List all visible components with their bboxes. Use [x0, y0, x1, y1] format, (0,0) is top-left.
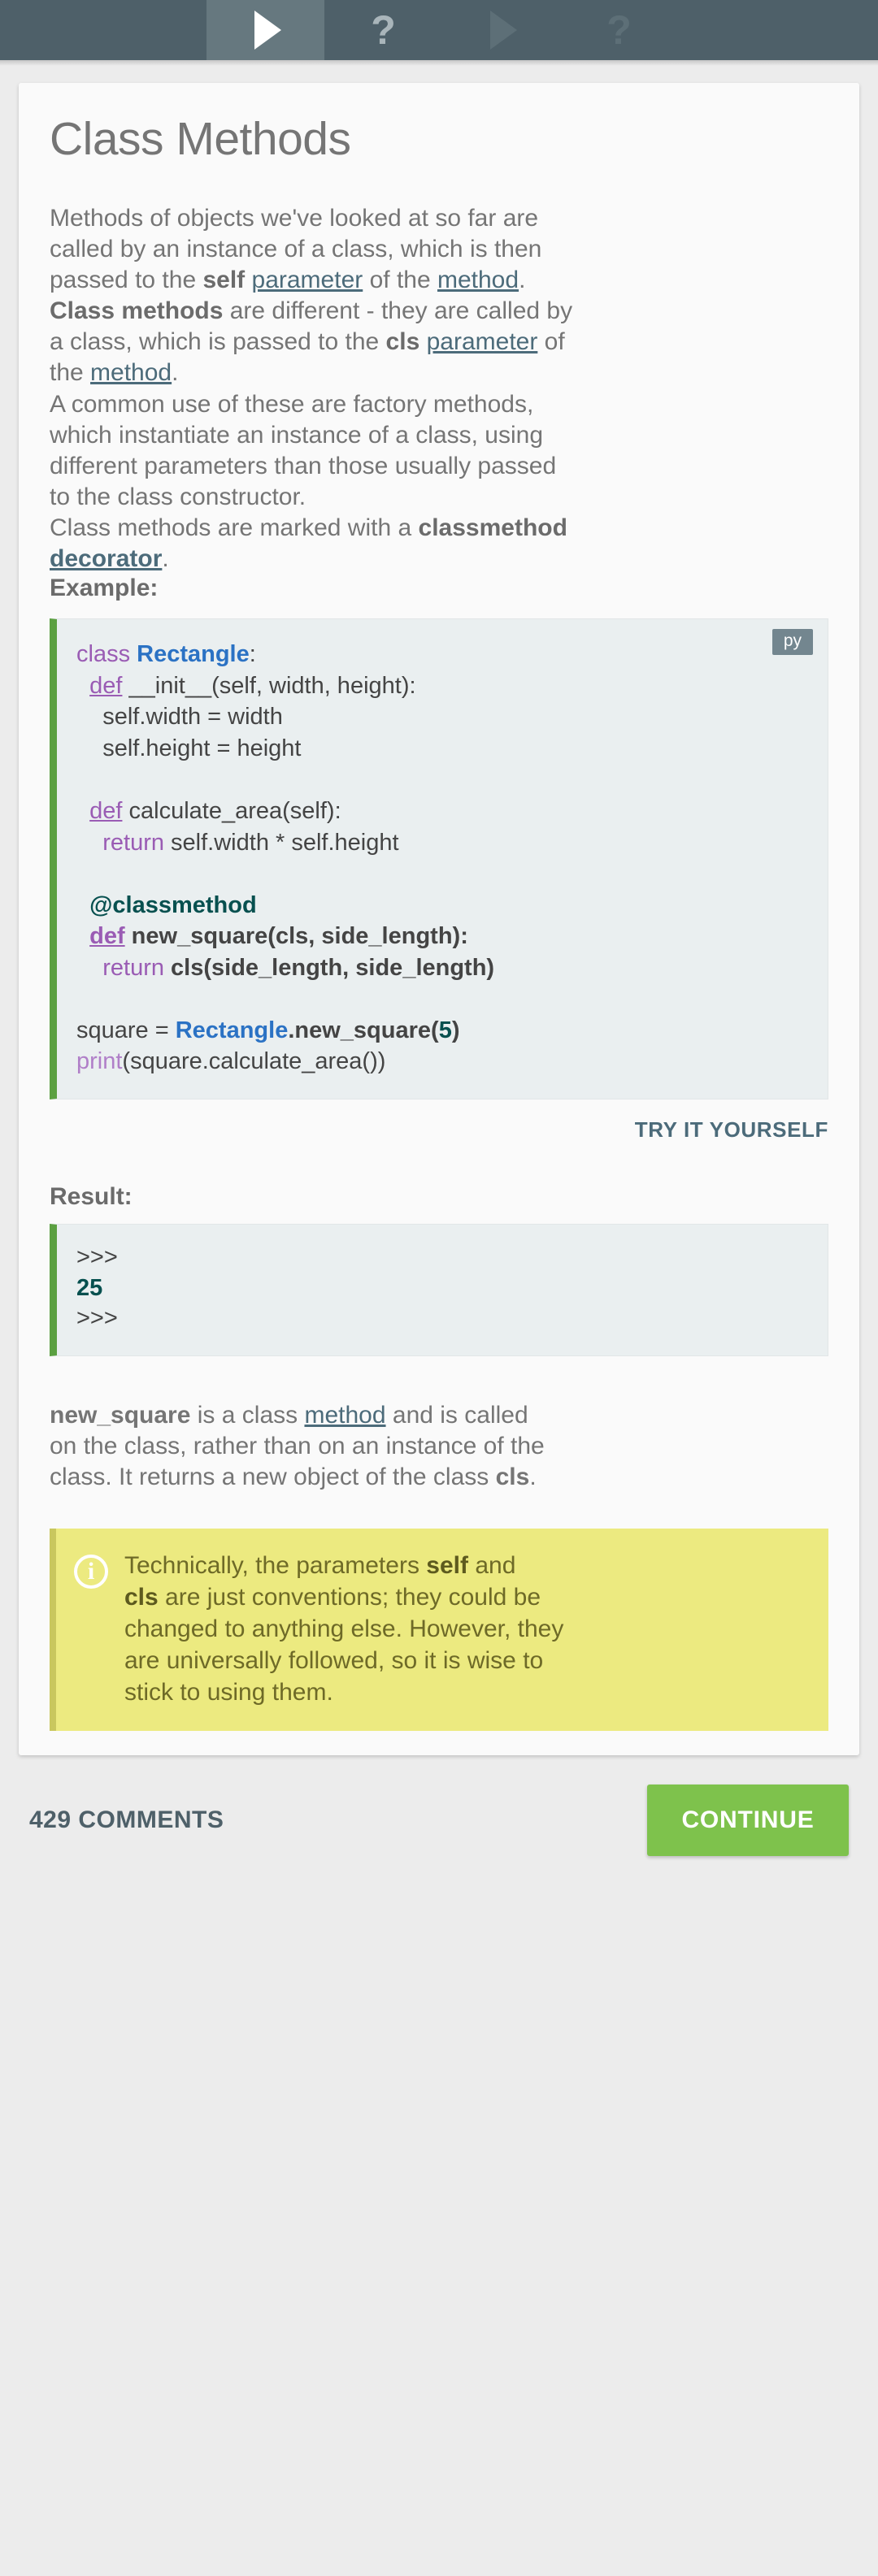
- link-method[interactable]: method: [437, 267, 519, 293]
- code-keyword-return: return: [102, 954, 164, 981]
- term-self: self: [426, 1552, 468, 1580]
- lesson-footer: 429 COMMENTS CONTINUE: [0, 1755, 878, 1885]
- code-return-cls: cls(side_length, side_length): [164, 954, 495, 981]
- toolbar-left-spacer: [0, 0, 206, 60]
- term-class-methods: Class methods: [50, 297, 224, 325]
- top-toolbar: ? ?: [0, 0, 878, 66]
- code-builtin-print: print: [76, 1048, 123, 1075]
- tab-lesson[interactable]: [206, 0, 324, 60]
- info-icon: i: [74, 1555, 108, 1589]
- example-label: Example:: [50, 575, 159, 602]
- link-method[interactable]: method: [304, 1402, 385, 1429]
- intro-line-4: are different - they are called by: [223, 297, 573, 325]
- code-block: py class Rectangle: def __init__(self, w…: [50, 618, 828, 1099]
- callout-line-1-b: and: [467, 1552, 516, 1580]
- tab-next-quiz[interactable]: ?: [560, 0, 678, 60]
- explain-line-1-b: and is called: [385, 1402, 528, 1429]
- callout-line-1-a: Technically, the parameters: [124, 1552, 427, 1580]
- lesson-card: Class Methods Methods of objects we've l…: [19, 83, 859, 1756]
- intro-line-6-suffix: .: [172, 359, 179, 387]
- tab-quiz[interactable]: ?: [324, 0, 442, 60]
- callout-line-5: stick to using them.: [124, 1679, 333, 1706]
- code-def-new-square: new_square(cls, side_length):: [124, 923, 468, 950]
- link-parameter[interactable]: parameter: [252, 267, 363, 293]
- callout-line-4: are universally followed, so it is wise …: [124, 1647, 544, 1675]
- callout-text: Technically, the parameters self and cls…: [124, 1550, 563, 1708]
- code-call-new-square: .new_square(: [288, 1017, 439, 1043]
- result-label: Result:: [50, 1183, 133, 1210]
- intro-paragraph: Methods of objects we've looked at so fa…: [50, 203, 828, 389]
- intro-line-3-mid: of the: [363, 267, 437, 294]
- link-parameter[interactable]: parameter: [427, 328, 538, 355]
- explain-line-3-b: .: [529, 1464, 537, 1491]
- factory-line-3: different parameters than those usually …: [50, 452, 557, 479]
- result-prompt-2: >>>: [76, 1305, 118, 1332]
- comments-link[interactable]: 429 COMMENTS: [29, 1806, 224, 1834]
- code-paren: ): [451, 1017, 460, 1043]
- result-prompt-1: >>>: [76, 1244, 118, 1270]
- factory-paragraph: A common use of these are factory method…: [50, 389, 828, 575]
- code-number-5: 5: [438, 1017, 452, 1043]
- link-decorator[interactable]: decorator: [50, 545, 162, 572]
- explain-line-2: on the class, rather than on an instance…: [50, 1433, 545, 1460]
- intro-line-3-suffix: .: [519, 267, 526, 294]
- explain-line-1-a: is a class: [190, 1402, 305, 1429]
- play-icon: [489, 11, 517, 50]
- code-keyword-return: return: [102, 829, 164, 856]
- term-cls: cls: [385, 328, 420, 356]
- try-it-yourself-link[interactable]: TRY IT YOURSELF: [50, 1117, 828, 1143]
- term-classmethod: classmethod: [418, 514, 567, 541]
- tab-next-lesson[interactable]: [442, 0, 560, 60]
- code-class-ref: Rectangle: [175, 1017, 289, 1043]
- code-keyword-def: def: [89, 923, 125, 950]
- intro-line-3-prefix: passed to the: [50, 267, 203, 294]
- question-icon: ?: [371, 7, 396, 53]
- factory-line-5-prefix: Class methods are marked with a: [50, 514, 419, 541]
- factory-line-6-suffix: .: [162, 545, 169, 573]
- callout-line-3: changed to anything else. However, they: [124, 1615, 564, 1643]
- code-decorator-classmethod: @classmethod: [89, 891, 257, 918]
- factory-line-4: to the class constructor.: [50, 483, 306, 510]
- term-cls: cls: [124, 1584, 159, 1611]
- intro-line-5-prefix: a class, which is passed to the: [50, 328, 386, 356]
- callout-line-2: are just conventions; they could be: [158, 1584, 541, 1611]
- code-keyword-def: def: [89, 797, 123, 824]
- term-cls: cls: [495, 1464, 530, 1491]
- code-keyword-class: class: [76, 641, 131, 668]
- result-block: >>> 25 >>>: [50, 1224, 828, 1357]
- question-icon: ?: [606, 7, 632, 53]
- term-new-square: new_square: [50, 1402, 191, 1429]
- explain-line-3-a: class. It returns a new object of the cl…: [50, 1464, 496, 1491]
- continue-button[interactable]: CONTINUE: [647, 1785, 849, 1857]
- term-self: self: [202, 267, 246, 294]
- result-value: 25: [76, 1274, 103, 1301]
- intro-line-6-prefix: the: [50, 359, 91, 387]
- language-badge: py: [772, 629, 813, 656]
- code-keyword-def: def: [89, 672, 123, 699]
- factory-line-2: which instantiate an instance of a class…: [50, 421, 544, 449]
- code-class-name: Rectangle: [137, 641, 250, 668]
- factory-line-1: A common use of these are factory method…: [50, 390, 534, 418]
- info-callout: i Technically, the parameters self and c…: [50, 1529, 828, 1732]
- intro-line-2: called by an instance of a class, which …: [50, 236, 542, 263]
- explanation-paragraph: new_square is a class method and is call…: [50, 1400, 828, 1493]
- link-method[interactable]: method: [90, 359, 172, 386]
- page-title: Class Methods: [50, 113, 351, 165]
- code-content[interactable]: class Rectangle: def __init__(self, widt…: [76, 639, 811, 1078]
- intro-line-5-suffix: of: [537, 328, 565, 356]
- info-icon-glyph: i: [87, 1558, 95, 1585]
- intro-line-1: Methods of objects we've looked at so fa…: [50, 205, 539, 232]
- play-icon: [254, 11, 281, 50]
